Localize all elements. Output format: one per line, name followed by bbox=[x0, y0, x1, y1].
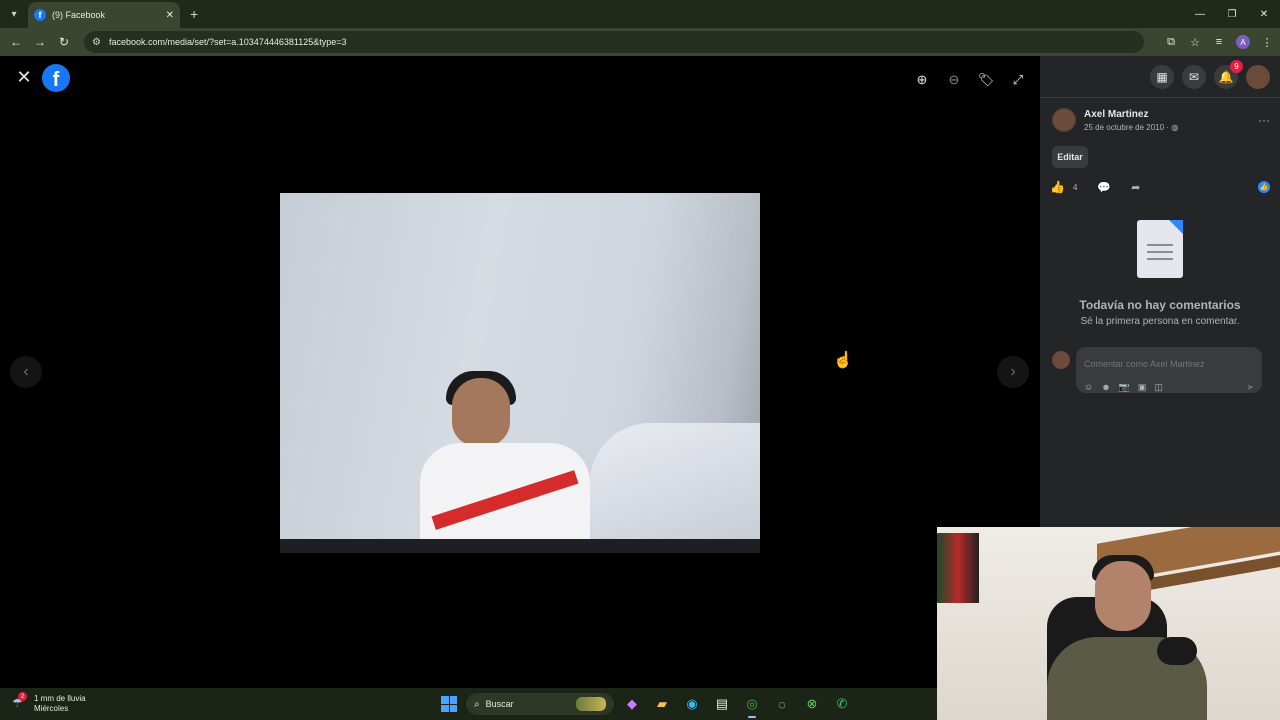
omnibox[interactable]: ⚙ facebook.com/media/set/?set=a.10347444… bbox=[84, 31, 1144, 53]
bookmark-star-icon[interactable]: ☆ bbox=[1188, 36, 1202, 49]
comment-icon[interactable]: 💬 bbox=[1097, 181, 1111, 194]
weather-badge: 2 bbox=[18, 692, 27, 701]
camera-icon[interactable]: 📷 bbox=[1119, 382, 1130, 393]
comment-composer: ☺ ☻ 📷 ▣ ◫ ➤ bbox=[1040, 327, 1280, 393]
post-details-panel: ▦ ✉ 🔔 9 Axel Martinez 25 de octubre de 2… bbox=[1040, 56, 1280, 527]
commenter-avatar[interactable] bbox=[1052, 351, 1070, 369]
globe-icon: ◍ bbox=[1171, 122, 1179, 132]
site-info-icon[interactable]: ⚙ bbox=[92, 37, 101, 48]
empty-title: Todavía no hay comentarios bbox=[1079, 298, 1241, 312]
facebook-logo[interactable]: f bbox=[42, 64, 70, 92]
copilot-icon[interactable]: ◆ bbox=[620, 692, 644, 716]
search-icon: ⌕ bbox=[474, 698, 480, 710]
hand-cursor-icon: ☝ bbox=[833, 352, 853, 369]
no-comments-state: Todavía no hay comentarios Sé la primera… bbox=[1040, 220, 1280, 327]
tab-close-icon[interactable]: ✕ bbox=[166, 10, 174, 21]
new-tab-icon[interactable]: + bbox=[190, 6, 198, 22]
next-photo-icon[interactable]: › bbox=[997, 356, 1029, 388]
windows-start-icon[interactable] bbox=[438, 693, 460, 715]
zoom-out-icon[interactable]: ⊖ bbox=[942, 68, 966, 92]
browser-tab-bar: ▾ f (9) Facebook ✕ + — ❐ ✕ bbox=[0, 0, 1280, 28]
rain-cloud-icon: ☂ 2 bbox=[12, 692, 28, 712]
more-options-icon[interactable]: ··· bbox=[1258, 113, 1270, 127]
facebook-favicon-icon: f bbox=[34, 9, 46, 21]
like-reaction-badge[interactable]: 👍 bbox=[1258, 181, 1270, 193]
browser-menu-icon[interactable]: ⋮ bbox=[1260, 36, 1274, 49]
search-label: Buscar bbox=[485, 699, 514, 709]
webcam-overlay bbox=[937, 527, 1280, 720]
back-icon[interactable]: ← bbox=[6, 32, 26, 52]
taskbar-search[interactable]: ⌕ Buscar bbox=[466, 693, 614, 715]
emoji-icon[interactable]: ☻ bbox=[1101, 382, 1110, 393]
minimize-icon[interactable]: — bbox=[1184, 0, 1216, 28]
account-avatar[interactable] bbox=[1246, 64, 1270, 89]
gif-icon[interactable]: ▣ bbox=[1138, 382, 1147, 393]
viewer-tools: ⊕ ⊖ 🏷 ⤢ bbox=[910, 68, 1030, 92]
menu-grid-icon[interactable]: ▦ bbox=[1150, 64, 1174, 89]
store-icon[interactable]: ▤ bbox=[710, 692, 734, 716]
send-icon[interactable]: ➤ bbox=[1246, 382, 1254, 393]
notification-count-badge: 9 bbox=[1230, 59, 1243, 73]
avatar-sticker-icon[interactable]: ☺ bbox=[1084, 382, 1093, 393]
messenger-icon[interactable]: ✉ bbox=[1182, 64, 1206, 89]
author-name[interactable]: Axel Martinez bbox=[1084, 109, 1178, 120]
weather-widget[interactable]: ☂ 2 1 mm de lluvia Miércoles bbox=[12, 692, 86, 714]
document-icon bbox=[1137, 220, 1183, 278]
toolbar-actions: ⧉ ☆ ≡ A ⋮ bbox=[1164, 35, 1274, 49]
comment-tools: ☺ ☻ 📷 ▣ ◫ ➤ bbox=[1084, 382, 1254, 393]
browser-tab[interactable]: f (9) Facebook ✕ bbox=[28, 2, 180, 28]
whatsapp-icon[interactable]: ✆ bbox=[830, 692, 854, 716]
weather-line-2: Miércoles bbox=[34, 704, 69, 713]
post-date[interactable]: 25 de octubre de 2010 · ◍ bbox=[1084, 123, 1178, 132]
window-close-icon[interactable]: ✕ bbox=[1248, 0, 1280, 28]
like-count[interactable]: 4 bbox=[1073, 183, 1077, 192]
fullscreen-icon[interactable]: ⤢ bbox=[1006, 68, 1030, 92]
post-author: Axel Martinez 25 de octubre de 2010 · ◍ … bbox=[1040, 98, 1280, 132]
empty-subtitle: Sé la primera persona en comentar. bbox=[1080, 316, 1240, 327]
notifications-bell-icon[interactable]: 🔔 9 bbox=[1214, 59, 1243, 89]
previous-photo-icon[interactable]: ‹ bbox=[10, 356, 42, 388]
comment-input[interactable] bbox=[1084, 359, 1254, 369]
photo-viewer: ✕ f ⊕ ⊖ 🏷 ⤢ ‹ › ☝ bbox=[0, 56, 1040, 688]
share-icon[interactable]: ➦ bbox=[1131, 181, 1140, 194]
edit-button[interactable]: Editar bbox=[1052, 146, 1088, 168]
tag-icon[interactable]: 🏷 bbox=[974, 68, 998, 92]
install-app-icon[interactable]: ⧉ bbox=[1164, 36, 1178, 49]
windows-taskbar: ☂ 2 1 mm de lluvia Miércoles ⌕ Buscar ◆ … bbox=[0, 688, 937, 720]
zoom-in-icon[interactable]: ⊕ bbox=[910, 68, 934, 92]
xbox-icon[interactable]: ⊗ bbox=[800, 692, 824, 716]
window-controls: — ❐ ✕ bbox=[1184, 0, 1280, 28]
profile-avatar[interactable]: A bbox=[1236, 35, 1250, 49]
edge-icon[interactable]: ◉ bbox=[680, 692, 704, 716]
reactions-bar: 👍 4 💬 ➦ 👍 bbox=[1040, 168, 1280, 194]
restore-icon[interactable]: ❐ bbox=[1216, 0, 1248, 28]
search-highlight-image bbox=[576, 697, 606, 711]
tab-search-icon[interactable]: ▾ bbox=[4, 4, 24, 24]
url-text[interactable]: facebook.com/media/set/?set=a.1034744463… bbox=[109, 37, 347, 47]
sticker-icon[interactable]: ◫ bbox=[1154, 382, 1163, 393]
chrome-icon[interactable]: ◎ bbox=[740, 692, 764, 718]
comment-box[interactable]: ☺ ☻ 📷 ▣ ◫ ➤ bbox=[1076, 347, 1262, 393]
weather-line-1: 1 mm de lluvia bbox=[34, 694, 86, 703]
address-bar: ← → ↻ ⚙ facebook.com/media/set/?set=a.10… bbox=[0, 28, 1280, 56]
author-avatar[interactable] bbox=[1052, 108, 1076, 132]
tab-title: (9) Facebook bbox=[52, 10, 106, 20]
forward-icon[interactable]: → bbox=[30, 32, 50, 52]
taskbar-apps: ⌕ Buscar ◆ ▰ ◉ ▤ ◎ ◌ ⊗ ✆ bbox=[438, 692, 854, 718]
facebook-top-nav: ▦ ✉ 🔔 9 bbox=[1040, 56, 1280, 98]
like-icon[interactable]: 👍 bbox=[1050, 180, 1065, 194]
media-controls-icon[interactable]: ≡ bbox=[1212, 36, 1226, 48]
obs-icon[interactable]: ◌ bbox=[770, 692, 794, 716]
photo-image bbox=[280, 193, 760, 553]
reload-icon[interactable]: ↻ bbox=[54, 32, 74, 52]
file-explorer-icon[interactable]: ▰ bbox=[650, 692, 674, 716]
close-icon[interactable]: ✕ bbox=[12, 65, 36, 89]
